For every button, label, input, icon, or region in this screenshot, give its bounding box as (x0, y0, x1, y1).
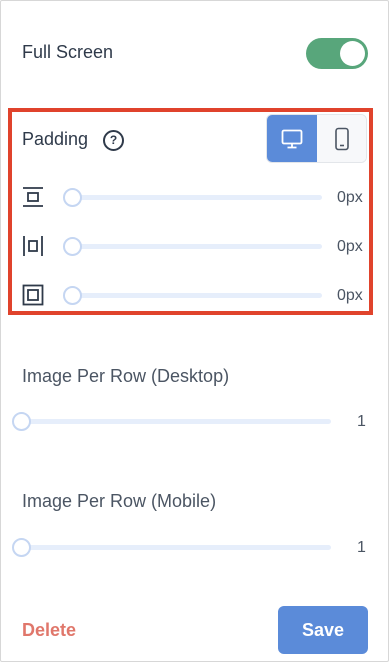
image-per-row-mobile-value: 1 (357, 539, 366, 556)
image-per-row-desktop-value: 1 (357, 413, 366, 430)
desktop-icon (281, 129, 303, 148)
padding-horizontal-icon (23, 236, 43, 256)
mobile-button[interactable] (317, 115, 366, 162)
image-per-row-mobile-label: Image Per Row (Mobile) (22, 491, 217, 511)
delete-button[interactable]: Delete (22, 620, 76, 641)
device-toggle-group (266, 114, 367, 163)
image-per-row-desktop-slider-thumb[interactable] (12, 412, 31, 431)
image-per-row-mobile-slider-track (14, 545, 331, 550)
padding-vertical-icon (23, 187, 43, 207)
padding-horizontal-slider-thumb[interactable] (63, 237, 82, 256)
save-button[interactable]: Save (278, 606, 368, 654)
desktop-button[interactable] (267, 115, 317, 162)
image-per-row-mobile-slider-thumb[interactable] (12, 538, 31, 557)
padding-horizontal-value: 0px (337, 238, 363, 255)
padding-all-icon (22, 284, 44, 306)
toggle-knob (340, 41, 365, 66)
mobile-icon (335, 127, 349, 150)
image-per-row-desktop-label: Image Per Row (Desktop) (22, 366, 230, 386)
padding-label: Padding (22, 129, 89, 149)
full-screen-toggle[interactable] (306, 38, 368, 69)
help-icon[interactable]: ? (103, 130, 124, 151)
padding-vertical-slider-track (64, 195, 322, 200)
full-screen-label: Full Screen (22, 42, 114, 62)
padding-vertical-value: 0px (337, 189, 363, 206)
settings-panel (0, 0, 389, 662)
padding-vertical-slider-thumb[interactable] (63, 188, 82, 207)
image-per-row-desktop-slider-track (14, 419, 331, 424)
padding-horizontal-slider-track (64, 244, 322, 249)
padding-all-slider-thumb[interactable] (63, 286, 82, 305)
padding-all-slider-track (64, 293, 322, 298)
padding-all-value: 0px (337, 287, 363, 304)
